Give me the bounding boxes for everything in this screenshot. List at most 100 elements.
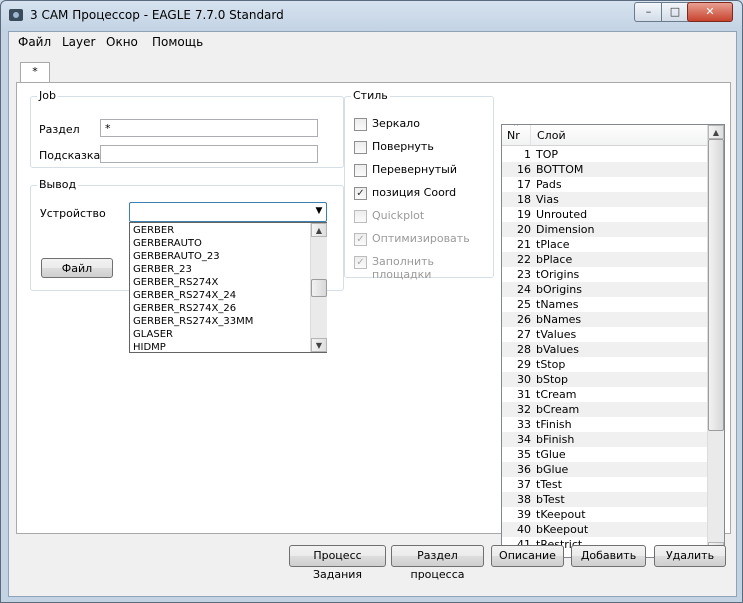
device-option[interactable]: GERBER <box>133 224 174 237</box>
add-button[interactable]: Добавить <box>571 545 646 567</box>
checkbox[interactable] <box>354 141 367 154</box>
layer-row[interactable]: 33 tFinish <box>502 417 707 432</box>
device-option[interactable]: GERBERAUTO_23 <box>133 250 220 263</box>
layer-row[interactable]: 37 tTest <box>502 477 707 492</box>
scroll-up-icon[interactable]: ▲ <box>708 125 724 139</box>
layer-row[interactable]: 1 TOP <box>502 147 707 162</box>
layer-row[interactable]: 20 Dimension <box>502 222 707 237</box>
device-dropdown-list[interactable]: GERBER GERBERAUTO GERBERAUTO_23 GERBER_2… <box>129 222 327 353</box>
layer-number: 34 <box>517 433 531 446</box>
layer-name: Vias <box>536 193 559 206</box>
layer-row[interactable]: 31 tCream <box>502 387 707 402</box>
layer-row[interactable]: 30 bStop <box>502 372 707 387</box>
scroll-down-icon[interactable]: ▼ <box>311 338 327 352</box>
layer-row[interactable]: 26 bNames <box>502 312 707 327</box>
device-list-scrollbar[interactable]: ▲ ▼ <box>310 223 327 352</box>
checkbox[interactable]: ✓ <box>354 187 367 200</box>
layer-name: tStop <box>536 358 566 371</box>
layer-row[interactable]: 27 tValues <box>502 327 707 342</box>
layer-number: 25 <box>517 298 531 311</box>
layer-row[interactable]: 32 bCream <box>502 402 707 417</box>
process-section-button[interactable]: Раздел процесса <box>391 545 484 581</box>
checkbox[interactable] <box>354 118 367 131</box>
checkbox-label: Повернуть <box>372 140 434 153</box>
layer-name: bOrigins <box>536 283 582 296</box>
layer-row[interactable]: 35 tGlue <box>502 447 707 462</box>
menu-layer[interactable]: Layer <box>62 35 95 49</box>
hint-input[interactable] <box>100 145 318 163</box>
device-option[interactable]: HIDMP <box>133 341 166 354</box>
layer-row[interactable]: 36 bGlue <box>502 462 707 477</box>
checkbox: ✓ <box>354 233 367 246</box>
job-group-title: Job <box>37 89 58 102</box>
column-header-layer[interactable]: Слой <box>537 129 566 142</box>
client-area: Файл Layer Окно Помощь * Job Раздел * По… <box>8 31 737 597</box>
close-button[interactable]: ✕ <box>687 2 733 22</box>
checkbox[interactable] <box>354 164 367 177</box>
layer-name: tFinish <box>536 418 572 431</box>
sort-caret-icon: ^ <box>513 124 519 131</box>
layer-number: 19 <box>517 208 531 221</box>
file-button[interactable]: Файл <box>41 258 113 278</box>
layers-scrollbar[interactable]: ▲ ▼ <box>707 125 724 556</box>
menu-help[interactable]: Помощь <box>152 35 203 49</box>
layer-number: 1 <box>524 148 531 161</box>
device-option[interactable]: GERBER_RS274X <box>133 276 218 289</box>
section-input[interactable]: * <box>100 119 318 137</box>
layer-row[interactable]: 22 bPlace <box>502 252 707 267</box>
layer-row[interactable]: 34 bFinish <box>502 432 707 447</box>
chevron-down-icon[interactable]: ▼ <box>314 206 324 216</box>
device-option[interactable]: GLASER <box>133 328 173 341</box>
layers-list[interactable]: Nr ^ Слой 1 TOP 16 BOTTOM 17 Pads 18 Vias 19 Unro… <box>501 124 725 558</box>
scroll-thumb[interactable] <box>708 139 724 431</box>
layer-row[interactable]: 17 Pads <box>502 177 707 192</box>
camera-icon <box>9 9 23 21</box>
layer-row[interactable]: 21 tPlace <box>502 237 707 252</box>
process-job-button[interactable]: Процесс Задания <box>289 545 386 581</box>
layer-number: 31 <box>517 388 531 401</box>
layer-name: bCream <box>536 403 580 416</box>
scroll-thumb[interactable] <box>311 279 327 297</box>
layer-row[interactable]: 28 bValues <box>502 342 707 357</box>
menu-file[interactable]: Файл <box>18 35 51 49</box>
layer-row[interactable]: 24 bOrigins <box>502 282 707 297</box>
maximize-button[interactable]: □ <box>661 2 689 22</box>
layer-name: bFinish <box>536 433 575 446</box>
minimize-button[interactable]: – <box>634 2 663 22</box>
layer-number: 20 <box>517 223 531 236</box>
layer-number: 32 <box>517 403 531 416</box>
layer-number: 33 <box>517 418 531 431</box>
description-button[interactable]: Описание <box>491 545 564 567</box>
layer-row[interactable]: 40 bKeepout <box>502 522 707 537</box>
layer-number: 36 <box>517 463 531 476</box>
layer-row[interactable]: 25 tNames <box>502 297 707 312</box>
layer-name: Unrouted <box>536 208 588 221</box>
scroll-up-icon[interactable]: ▲ <box>311 223 327 237</box>
layer-row[interactable]: 16 BOTTOM <box>502 162 707 177</box>
style-group-title: Стиль <box>351 89 390 102</box>
layer-row[interactable]: 38 bTest <box>502 492 707 507</box>
layer-row[interactable]: 39 tKeepout <box>502 507 707 522</box>
device-option[interactable]: GERBER_RS274X_33MM <box>133 315 253 328</box>
layer-number: 26 <box>517 313 531 326</box>
layer-row[interactable]: 23 tOrigins <box>502 267 707 282</box>
layer-name: bTest <box>536 493 565 506</box>
title-bar[interactable]: 3 CAM Процессор - EAGLE 7.7.0 Standard –… <box>1 1 742 31</box>
menu-window[interactable]: Окно <box>106 35 138 49</box>
layer-name: bPlace <box>536 253 573 266</box>
delete-button[interactable]: Удалить <box>654 545 726 567</box>
layer-number: 39 <box>517 508 531 521</box>
layer-row[interactable]: 29 tStop <box>502 357 707 372</box>
device-option[interactable]: GERBERAUTO <box>133 237 202 250</box>
layer-number: 28 <box>517 343 531 356</box>
device-option[interactable]: GERBER_RS274X_26 <box>133 302 236 315</box>
job-group: Job Раздел * Подсказка <box>30 89 344 168</box>
device-option[interactable]: GERBER_RS274X_24 <box>133 289 236 302</box>
layer-row[interactable]: 19 Unrouted <box>502 207 707 222</box>
device-select[interactable]: ▼ <box>129 202 327 222</box>
checkbox: ✓ <box>354 256 367 269</box>
tab-job[interactable]: * <box>20 62 50 83</box>
column-divider[interactable] <box>530 125 531 145</box>
device-option[interactable]: GERBER_23 <box>133 263 192 276</box>
layer-row[interactable]: 18 Vias <box>502 192 707 207</box>
